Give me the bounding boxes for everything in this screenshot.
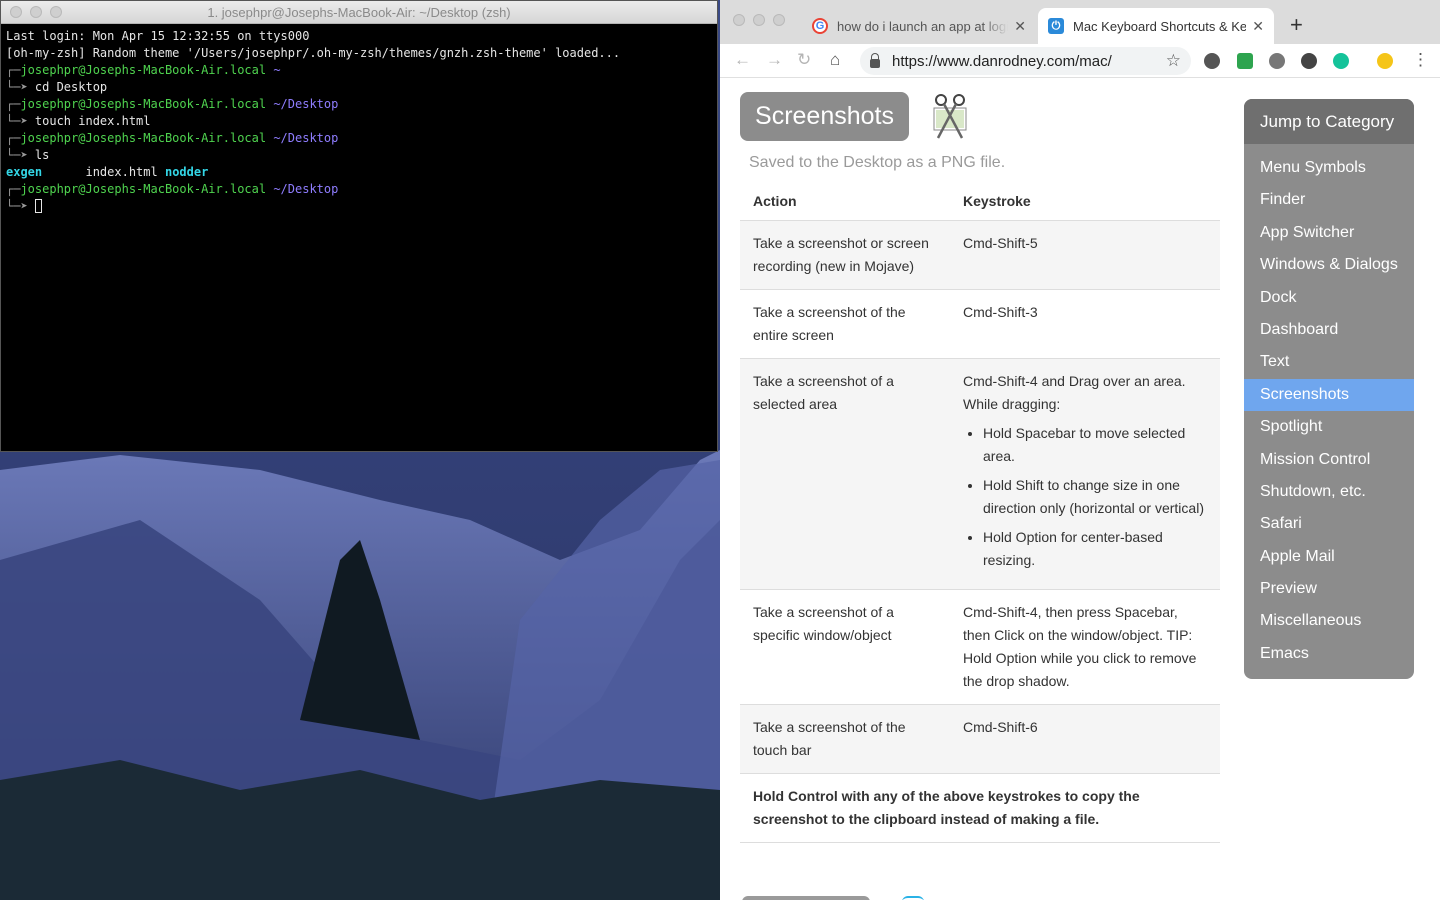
sidebar-item-finder[interactable]: Finder xyxy=(1244,184,1414,216)
keystroke-cell: Cmd-Shift-6 xyxy=(950,704,1220,774)
list-item: Hold Spacebar to move selected area. xyxy=(983,422,1207,468)
close-tab-icon[interactable]: ✕ xyxy=(1014,18,1026,35)
column-header-action: Action xyxy=(740,182,950,221)
table-header-row: Action Keystroke xyxy=(740,182,1220,221)
profile-avatar-icon[interactable] xyxy=(1377,53,1393,69)
sidebar-item-dock[interactable]: Dock xyxy=(1244,282,1414,314)
table-row: Take a screenshot of the touch bar Cmd-S… xyxy=(740,704,1220,774)
next-section-title-peek xyxy=(742,896,870,900)
menu-kebab-icon[interactable]: ⋮ xyxy=(1412,50,1429,70)
close-window-button[interactable] xyxy=(10,6,22,18)
shortcuts-table: Action Keystroke Take a screenshot or sc… xyxy=(740,182,1220,843)
table-row: Take a screenshot of a selected area Cmd… xyxy=(740,358,1220,590)
action-cell: Take a screenshot of a specific window/o… xyxy=(740,589,950,705)
new-tab-button[interactable]: + xyxy=(1290,12,1303,38)
ls-entry: exgen xyxy=(6,165,43,179)
terminal-output[interactable]: Last login: Mon Apr 15 12:32:55 on ttys0… xyxy=(1,24,717,219)
category-sidebar: Jump to Category Menu Symbols Finder App… xyxy=(1244,99,1414,679)
section-title: Screenshots xyxy=(740,92,909,141)
table-row: Hold Control with any of the above keyst… xyxy=(740,773,1220,843)
minimize-window-button[interactable] xyxy=(753,14,765,26)
ls-entry: nodder xyxy=(164,165,209,179)
terminal-command: cd Desktop xyxy=(34,80,108,94)
sidebar-item-preview[interactable]: Preview xyxy=(1244,573,1414,605)
minimize-window-button[interactable] xyxy=(30,6,42,18)
sidebar-item-windows-dialogs[interactable]: Windows & Dialogs xyxy=(1244,249,1414,281)
sidebar-heading: Jump to Category xyxy=(1244,99,1414,144)
terminal-cursor[interactable] xyxy=(34,199,42,213)
extension-cors-icon[interactable] xyxy=(1237,53,1253,69)
browser-toolbar: ← → ↻ ⌂ https://www.danrodney.com/mac/ ☆… xyxy=(720,44,1440,78)
reload-icon[interactable]: ↻ xyxy=(797,50,811,70)
lock-icon xyxy=(870,52,880,68)
extension-grammarly-icon[interactable] xyxy=(1333,53,1349,69)
list-item: Hold Option for center-based resizing. xyxy=(983,526,1207,572)
keystroke-cell: Cmd-Shift-4, then press Spacebar, then C… xyxy=(950,589,1220,705)
browser-window-controls[interactable] xyxy=(733,14,785,26)
sidebar-item-text[interactable]: Text xyxy=(1244,346,1414,378)
sidebar-item-spotlight[interactable]: Spotlight xyxy=(1244,411,1414,443)
tab-strip[interactable]: G how do i launch an app at login ✕ ⏻ Ma… xyxy=(720,0,1440,44)
site-favicon-icon: ⏻ xyxy=(1048,18,1064,34)
forward-arrow-icon[interactable]: → xyxy=(766,50,783,70)
sidebar-item-menu-symbols[interactable]: Menu Symbols xyxy=(1244,152,1414,184)
zoom-window-button[interactable] xyxy=(773,14,785,26)
browser-window[interactable]: G how do i launch an app at login ✕ ⏻ Ma… xyxy=(720,0,1440,900)
terminal-command: touch index.html xyxy=(34,114,151,128)
tab-google-search[interactable]: G how do i launch an app at login ✕ xyxy=(802,8,1036,44)
home-icon[interactable]: ⌂ xyxy=(830,50,840,70)
tab-label: Mac Keyboard Shortcuts & Keystrokes xyxy=(1073,18,1247,34)
zoom-window-button[interactable] xyxy=(50,6,62,18)
url-text[interactable]: https://www.danrodney.com/mac/ xyxy=(892,53,1166,70)
sidebar-item-miscellaneous[interactable]: Miscellaneous xyxy=(1244,605,1414,637)
terminal-title: 1. josephpr@Josephs-MacBook-Air: ~/Deskt… xyxy=(207,5,511,20)
bookmark-star-icon[interactable]: ☆ xyxy=(1166,51,1181,71)
ls-entry: index.html xyxy=(85,165,158,179)
category-list: Menu Symbols Finder App Switcher Windows… xyxy=(1244,144,1414,670)
window-controls[interactable] xyxy=(10,6,62,18)
column-header-keystroke: Keystroke xyxy=(950,182,1220,221)
sidebar-item-screenshots[interactable]: Screenshots xyxy=(1244,378,1414,412)
action-cell: Take a screenshot or screen recording (n… xyxy=(740,220,950,290)
extension-moon-icon[interactable] xyxy=(1301,53,1317,69)
table-row: Take a screenshot or screen recording (n… xyxy=(740,220,1220,290)
terminal-window[interactable]: 1. josephpr@Josephs-MacBook-Air: ~/Deskt… xyxy=(0,0,718,452)
table-row: Take a screenshot of a specific window/o… xyxy=(740,589,1220,705)
sidebar-item-app-switcher[interactable]: App Switcher xyxy=(1244,217,1414,249)
close-tab-icon[interactable]: ✕ xyxy=(1252,18,1264,35)
action-cell: Take a screenshot of the entire screen xyxy=(740,289,950,359)
extension-compass-icon[interactable] xyxy=(1269,53,1285,69)
back-arrow-icon[interactable]: ← xyxy=(734,50,751,70)
section-subtitle: Saved to the Desktop as a PNG file. xyxy=(749,154,1006,171)
tab-label: how do i launch an app at login xyxy=(837,18,1009,34)
action-cell: Take a screenshot of the touch bar xyxy=(740,704,950,774)
sidebar-item-emacs[interactable]: Emacs xyxy=(1244,638,1414,670)
scissors-screenshot-icon xyxy=(933,94,967,139)
sidebar-item-dashboard[interactable]: Dashboard xyxy=(1244,314,1414,346)
table-row: Take a screenshot of the entire screen C… xyxy=(740,289,1220,359)
sidebar-item-mission-control[interactable]: Mission Control xyxy=(1244,444,1414,476)
terminal-line-theme: [oh-my-zsh] Random theme '/Users/josephp… xyxy=(6,46,621,60)
address-bar[interactable]: https://www.danrodney.com/mac/ ☆ xyxy=(860,47,1191,75)
google-favicon-icon: G xyxy=(812,18,828,34)
terminal-command: ls xyxy=(34,148,50,162)
list-item: Hold Shift to change size in one directi… xyxy=(983,474,1207,520)
keystroke-cell: Cmd-Shift-5 xyxy=(950,220,1220,290)
clipboard-note: Hold Control with any of the above keyst… xyxy=(740,773,1220,843)
terminal-line-login: Last login: Mon Apr 15 12:32:55 on ttys0… xyxy=(6,29,310,43)
sidebar-item-safari[interactable]: Safari xyxy=(1244,508,1414,540)
close-window-button[interactable] xyxy=(733,14,745,26)
action-cell: Take a screenshot of a selected area xyxy=(740,358,950,590)
keystroke-tips-list: Hold Spacebar to move selected area. Hol… xyxy=(983,422,1207,572)
sidebar-item-apple-mail[interactable]: Apple Mail xyxy=(1244,541,1414,573)
page-content: Screenshots Saved to the Desktop as a PN… xyxy=(720,78,1440,900)
tab-mac-shortcuts[interactable]: ⏻ Mac Keyboard Shortcuts & Keystrokes ✕ xyxy=(1038,8,1274,44)
extension-feather-icon[interactable] xyxy=(1204,53,1220,69)
keystroke-text: Cmd-Shift-4 and Drag over an area. While… xyxy=(963,372,1186,412)
keystroke-cell: Cmd-Shift-4 and Drag over an area. While… xyxy=(950,358,1220,590)
sidebar-item-shutdown[interactable]: Shutdown, etc. xyxy=(1244,476,1414,508)
keystroke-cell: Cmd-Shift-3 xyxy=(950,289,1220,359)
terminal-titlebar[interactable]: 1. josephpr@Josephs-MacBook-Air: ~/Deskt… xyxy=(1,1,717,24)
next-section-icon-peek xyxy=(902,896,924,900)
